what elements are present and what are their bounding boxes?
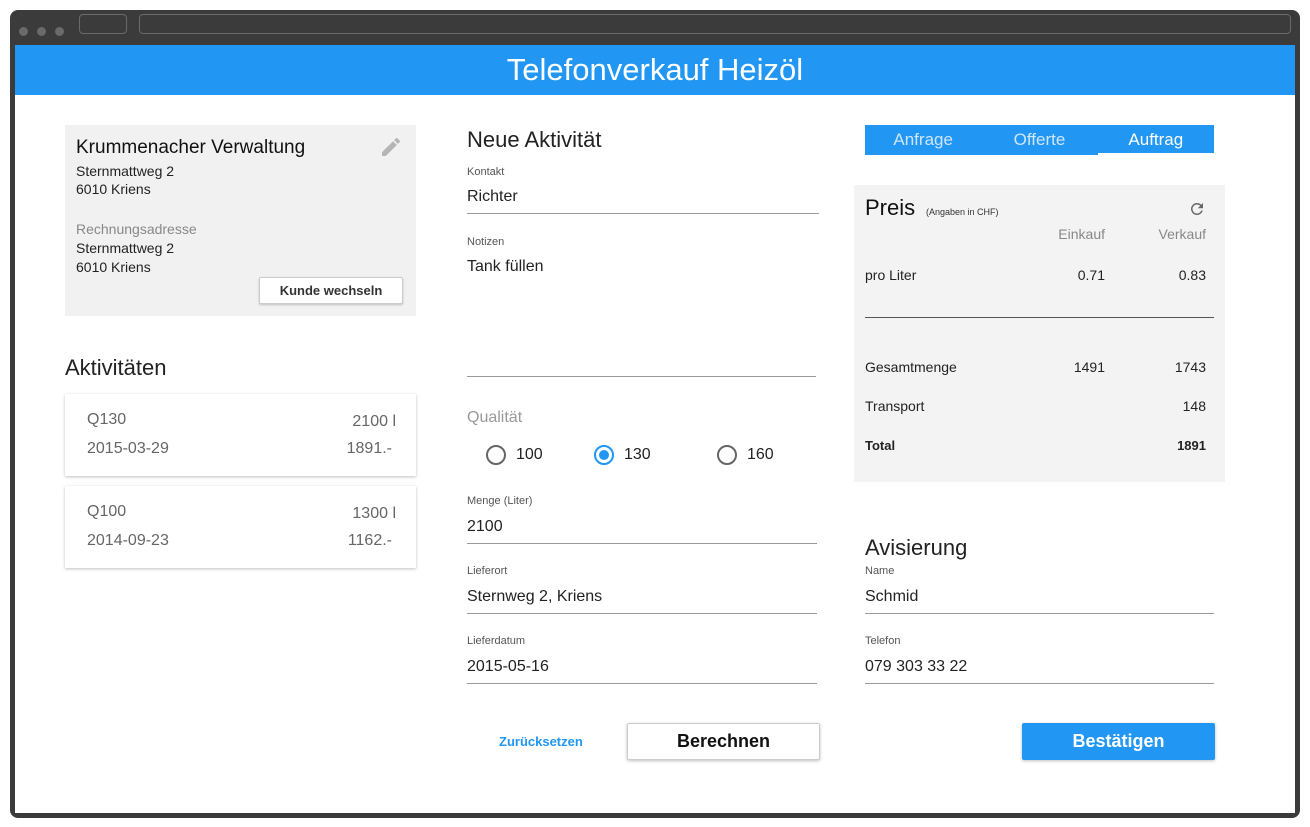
activity-price: 1162.- — [347, 532, 392, 549]
tab-auftrag[interactable]: Auftrag — [1097, 125, 1215, 155]
amount-input[interactable]: 2100 — [467, 518, 503, 536]
price-divider — [865, 317, 1214, 318]
price-purchase-value: 1491 — [1073, 359, 1105, 375]
price-title: Preis — [865, 195, 916, 220]
app-title: Telefonverkauf Heizöl — [15, 45, 1295, 95]
activity-date: 2015-03-29 — [87, 440, 169, 457]
status-tabs: Anfrage Offerte Auftrag — [865, 125, 1215, 155]
confirm-button[interactable]: Bestätigen — [1022, 723, 1215, 760]
address-bar[interactable] — [139, 14, 1291, 34]
price-total-value: 1891 — [1177, 438, 1206, 453]
customer-name: Krummenacher Verwaltung — [76, 137, 306, 158]
radio-checked-icon[interactable] — [594, 445, 614, 465]
contact-label: Kontakt — [467, 166, 505, 178]
price-purchase-value: 0.71 — [1077, 267, 1105, 283]
window-nav-button[interactable] — [79, 14, 127, 34]
radio-label: 160 — [747, 446, 774, 463]
notify-name-input[interactable]: Schmid — [865, 588, 918, 606]
notification-heading: Avisierung — [865, 535, 968, 560]
price-currency-note: (Angaben in CHF) — [926, 207, 999, 217]
price-sale-value: 0.83 — [1178, 267, 1206, 283]
customer-street: Sternmattweg 2 — [76, 163, 175, 179]
price-row-label: Gesamtmenge — [865, 359, 957, 375]
notify-phone-underline — [865, 683, 1214, 684]
activity-date: 2014-09-23 — [87, 532, 169, 549]
tab-offerte[interactable]: Offerte — [981, 125, 1097, 155]
reset-button[interactable]: Zurücksetzen — [499, 734, 583, 749]
radio-unchecked-icon[interactable] — [717, 445, 737, 465]
notify-name-label: Name — [865, 565, 895, 577]
app-viewport: Telefonverkauf Heizöl Krummenacher Verwa… — [15, 45, 1295, 813]
activity-quality: Q130 — [87, 411, 127, 428]
customer-card: Krummenacher Verwaltung Sternmattweg 2 6… — [65, 125, 416, 316]
delivery-date-input[interactable]: 2015-05-16 — [467, 658, 549, 676]
notify-phone-label: Telefon — [865, 635, 901, 647]
price-sale-value: 1743 — [1174, 359, 1206, 375]
location-underline — [467, 613, 817, 614]
activity-quantity: 2100 l — [352, 413, 396, 430]
notes-underline — [467, 376, 816, 377]
notes-label: Notizen — [467, 236, 505, 248]
col-sale: Verkauf — [1158, 226, 1206, 242]
quality-radio-160[interactable]: 160 — [717, 444, 774, 466]
activity-card[interactable]: Q100 1300 l 2014-09-23 1162.- — [65, 486, 416, 568]
window-close-dot[interactable] — [19, 27, 28, 36]
price-row-label: pro Liter — [865, 267, 917, 283]
window-minimize-dot[interactable] — [37, 27, 46, 36]
billing-address-label: Rechnungsadresse — [76, 221, 197, 237]
activity-quantity: 1300 l — [352, 505, 396, 522]
activity-card[interactable]: Q130 2100 l 2015-03-29 1891.- — [65, 394, 416, 476]
activities-heading: Aktivitäten — [65, 355, 167, 380]
delivery-date-label: Lieferdatum — [467, 635, 526, 647]
activity-quality: Q100 — [87, 503, 127, 520]
notify-phone-input[interactable]: 079 303 33 22 — [865, 658, 967, 676]
notify-name-underline — [865, 613, 1214, 614]
radio-label: 100 — [516, 446, 543, 463]
col-purchase: Einkauf — [1058, 226, 1105, 242]
quality-radio-100[interactable]: 100 — [486, 444, 543, 466]
contact-underline — [467, 213, 819, 214]
billing-street: Sternmattweg 2 — [76, 240, 175, 256]
location-input[interactable]: Sternweg 2, Kriens — [467, 588, 602, 606]
refresh-icon[interactable] — [1188, 200, 1206, 218]
window-maximize-dot[interactable] — [55, 27, 64, 36]
delivery-date-underline — [467, 683, 817, 684]
price-row-label: Transport — [865, 398, 925, 414]
radio-unchecked-icon[interactable] — [486, 445, 506, 465]
location-label: Lieferort — [467, 565, 508, 577]
tab-anfrage[interactable]: Anfrage — [865, 125, 981, 155]
pencil-icon[interactable] — [379, 135, 403, 159]
calculate-button[interactable]: Berechnen — [627, 723, 820, 760]
quality-radio-130[interactable]: 130 — [594, 444, 651, 466]
amount-underline — [467, 543, 817, 544]
price-total-label: Total — [865, 438, 896, 453]
change-customer-button[interactable]: Kunde wechseln — [259, 277, 403, 304]
activity-price: 1891.- — [346, 440, 392, 457]
billing-city: 6010 Kriens — [76, 259, 151, 275]
customer-city: 6010 Kriens — [76, 181, 151, 197]
new-activity-heading: Neue Aktivität — [467, 127, 602, 152]
window-chrome — [10, 10, 1300, 45]
amount-label: Menge (Liter) — [467, 495, 533, 507]
contact-input[interactable]: Richter — [467, 188, 518, 206]
notes-textarea[interactable]: Tank füllen — [467, 258, 816, 370]
radio-label: 130 — [624, 446, 651, 463]
price-sale-value: 148 — [1182, 398, 1206, 414]
quality-label: Qualität — [467, 409, 523, 426]
price-card: Preis (Angaben in CHF) Einkauf Verkauf p… — [854, 185, 1225, 482]
